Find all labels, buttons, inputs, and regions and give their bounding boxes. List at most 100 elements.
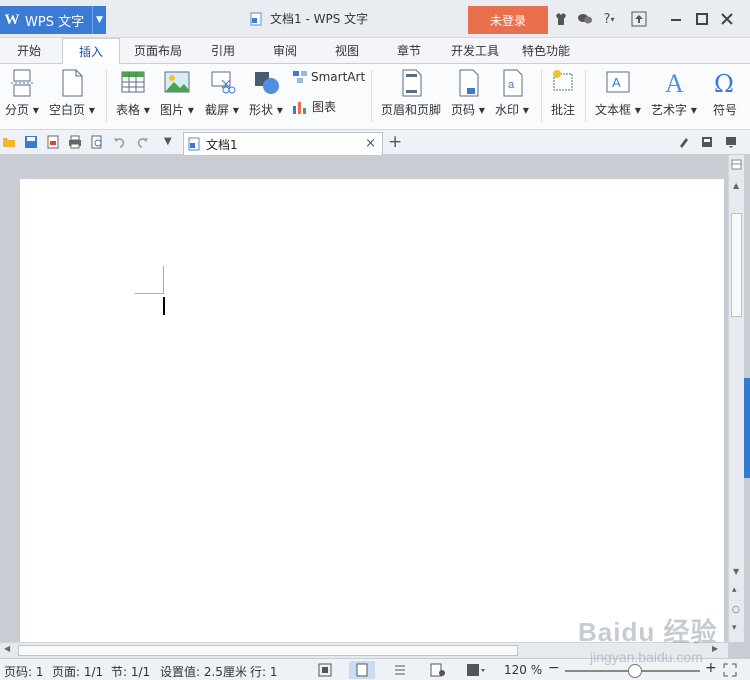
tab-section[interactable]: 章节	[386, 38, 432, 64]
save-icon[interactable]	[24, 135, 38, 149]
chat-icon[interactable]	[576, 10, 594, 28]
fit-window-icon[interactable]	[723, 663, 737, 677]
status-page-number: 页码: 1	[4, 665, 44, 679]
document-workspace	[0, 155, 728, 649]
tab-page-layout[interactable]: 页面布局	[126, 38, 190, 64]
page-number-button[interactable]: 页码 ▾	[451, 68, 485, 124]
web-view-icon[interactable]	[430, 663, 446, 677]
zoom-out-icon[interactable]: −	[548, 660, 560, 676]
customize-dropdown-icon[interactable]: ▼	[164, 136, 178, 150]
chart-icon	[293, 101, 306, 114]
scroll-down-icon[interactable]: ▼	[733, 567, 739, 576]
screenshot-button[interactable]: 截屏 ▾	[205, 68, 239, 124]
quick-access-toolbar: ▼ 文档1 × +	[0, 130, 750, 155]
blank-page-button[interactable]: 空白页 ▾	[49, 68, 95, 124]
ribbon-divider	[106, 70, 107, 122]
symbol-button[interactable]: Ω 符号	[711, 68, 739, 124]
scroll-up-icon[interactable]: ▲	[733, 181, 739, 190]
chevron-down-icon[interactable]: ▼	[92, 6, 106, 34]
export-pdf-icon[interactable]	[46, 135, 60, 149]
horizontal-scroll-thumb[interactable]	[18, 645, 518, 656]
tab-home[interactable]: 开始	[4, 38, 54, 64]
comment-icon	[553, 70, 573, 91]
close-icon[interactable]	[718, 10, 736, 28]
redo-icon[interactable]	[135, 135, 149, 149]
title-bar: W WPS 文字 ▼ 文档1 - WPS 文字 未登录 ? ▾	[0, 0, 750, 38]
ribbon-insert: 分页 ▾ 空白页 ▾ 表格 ▾ 图片 ▾ 截屏 ▾ 形状 ▾ SmartArt …	[0, 64, 750, 130]
close-tab-icon[interactable]: ×	[365, 136, 376, 151]
vertical-scroll-thumb[interactable]	[731, 213, 742, 317]
layout-icon[interactable]	[700, 135, 714, 149]
svg-text:a: a	[508, 79, 515, 91]
wordart-button[interactable]: A 艺术字 ▾	[651, 68, 697, 124]
ink-icon[interactable]	[677, 135, 691, 149]
document-icon	[250, 12, 262, 25]
watermark-button[interactable]: a 水印 ▾	[495, 68, 529, 124]
svg-text:A: A	[612, 75, 621, 90]
full-screen-view-icon[interactable]	[318, 663, 332, 677]
blank-page-label: 空白页	[49, 103, 86, 117]
picture-icon	[164, 71, 190, 93]
table-button[interactable]: 表格 ▾	[116, 68, 150, 124]
status-line: 行: 1	[250, 665, 278, 679]
vertical-scrollbar[interactable]: ▲ ▼ ▴ ○ ▾	[728, 155, 744, 642]
margin-marker	[135, 293, 164, 294]
next-page-icon[interactable]: ▾	[732, 623, 737, 633]
shape-button[interactable]: 形状 ▾	[249, 68, 283, 124]
page-break-label: 分页	[5, 103, 30, 117]
document-tab-title: 文档1	[206, 137, 238, 152]
previous-page-icon[interactable]: ▴	[732, 585, 737, 595]
header-footer-label: 页眉和页脚	[381, 103, 442, 117]
screenshot-label: 截屏	[205, 103, 230, 117]
browse-object-icon[interactable]: ○	[732, 605, 740, 615]
zoom-level[interactable]: 120 %	[504, 663, 542, 677]
status-pages: 页面: 1/1	[52, 665, 104, 679]
tab-review[interactable]: 审阅	[262, 38, 308, 64]
status-setting[interactable]: 设置值: 2.5厘米	[160, 663, 247, 680]
skin-icon[interactable]	[552, 10, 570, 28]
tab-references[interactable]: 引用	[200, 38, 246, 64]
comment-button[interactable]: 批注	[549, 68, 577, 124]
new-tab-icon[interactable]: +	[388, 132, 402, 152]
tab-special-features[interactable]: 特色功能	[517, 38, 575, 64]
chart-button[interactable]: 图表	[292, 98, 336, 115]
textbox-button[interactable]: A 文本框 ▾	[595, 68, 641, 124]
ribbon-divider	[585, 70, 586, 122]
task-pane-toggle[interactable]	[744, 378, 750, 478]
maximize-icon[interactable]	[693, 10, 711, 28]
tab-developer[interactable]: 开发工具	[447, 38, 503, 64]
reading-mode-icon[interactable]	[466, 663, 486, 677]
outline-view-icon[interactable]	[393, 663, 407, 677]
page-view-icon[interactable]	[349, 661, 375, 679]
table-label: 表格	[116, 103, 141, 117]
help-icon[interactable]: ? ▾	[598, 10, 620, 28]
login-button[interactable]: 未登录	[468, 6, 548, 34]
page-break-button[interactable]: 分页 ▾	[5, 68, 39, 124]
split-view-icon[interactable]	[731, 159, 742, 170]
minimize-icon[interactable]	[667, 10, 685, 28]
print-icon[interactable]	[68, 135, 82, 149]
undo-icon[interactable]	[113, 135, 127, 149]
scroll-left-icon[interactable]: ◀	[4, 644, 10, 653]
minimize-ribbon-icon[interactable]	[630, 10, 648, 28]
header-footer-button[interactable]: 页眉和页脚	[381, 68, 441, 124]
smartart-button[interactable]: SmartArt	[292, 70, 365, 84]
smartart-icon	[293, 71, 307, 83]
document-icon	[188, 137, 200, 151]
document-page[interactable]	[20, 179, 724, 649]
header-footer-icon	[402, 69, 422, 97]
picture-button[interactable]: 图片 ▾	[160, 68, 194, 124]
open-folder-icon[interactable]	[2, 135, 16, 149]
zoom-slider-thumb[interactable]	[628, 664, 643, 678]
document-tab[interactable]: 文档1 ×	[183, 132, 383, 155]
app-menu-button[interactable]: W WPS 文字 ▼	[0, 6, 106, 34]
svg-text:A: A	[665, 69, 684, 98]
tab-insert[interactable]: 插入	[62, 38, 120, 65]
tab-view[interactable]: 视图	[324, 38, 370, 64]
shape-label: 形状	[249, 103, 274, 117]
chart-label: 图表	[312, 100, 337, 114]
text-cursor	[163, 297, 165, 315]
print-preview-icon[interactable]	[90, 135, 104, 149]
watermark-icon: a	[503, 69, 523, 97]
window-menu-icon[interactable]	[724, 135, 738, 149]
